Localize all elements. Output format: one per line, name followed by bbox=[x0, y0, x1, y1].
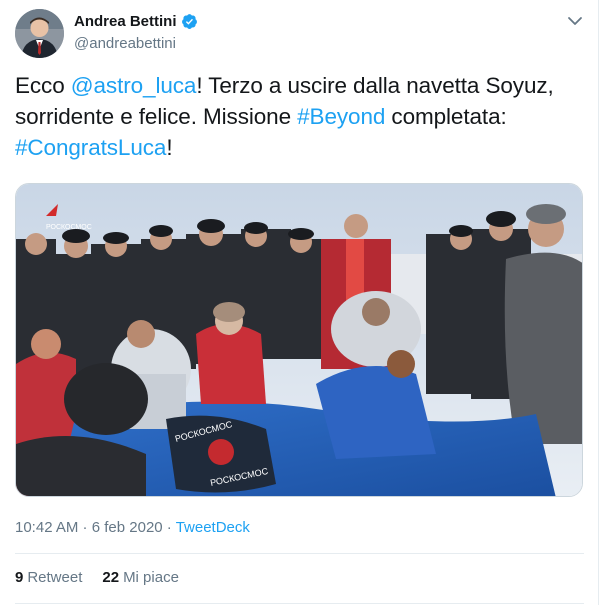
mention-link[interactable]: @astro_luca bbox=[71, 73, 197, 98]
tweet-text-part: ! bbox=[166, 135, 173, 160]
author-name[interactable]: Andrea Bettini bbox=[74, 13, 177, 30]
author-handle[interactable]: @andreabettini bbox=[74, 35, 176, 52]
roscosmos-logo-text: РОСКОСМОС bbox=[46, 224, 92, 231]
likes-label: Mi piace bbox=[123, 569, 179, 586]
chevron-down-icon[interactable] bbox=[566, 14, 584, 28]
likes-count: 22 bbox=[102, 569, 120, 586]
tweet-card: Andrea Bettini @andreabettini Ecco @astr… bbox=[0, 0, 599, 605]
tweet-stats: 9 Retweet 22 Mi piace bbox=[15, 569, 179, 586]
media-photo[interactable]: РОСКОСМОС РОСКОСМОС РОСКОСМОС bbox=[15, 183, 583, 497]
retweets-label: Retweet bbox=[27, 569, 83, 586]
tweet-date[interactable]: 6 feb 2020 bbox=[92, 519, 163, 536]
likes-stat[interactable]: 22 Mi piace bbox=[102, 569, 179, 586]
divider bbox=[15, 603, 584, 604]
meta-separator: · bbox=[162, 519, 176, 536]
tweet-text-part: Ecco bbox=[15, 73, 71, 98]
author-name-row[interactable]: Andrea Bettini bbox=[74, 13, 198, 30]
tweet-text-part: completata: bbox=[385, 104, 507, 129]
avatar[interactable] bbox=[15, 9, 64, 58]
tweet-meta: 10:42 AM · 6 feb 2020 · TweetDeck bbox=[15, 519, 250, 536]
retweets-stat[interactable]: 9 Retweet bbox=[15, 569, 82, 586]
divider bbox=[15, 553, 584, 554]
meta-separator: · bbox=[78, 519, 92, 536]
hashtag-link[interactable]: #CongratsLuca bbox=[15, 135, 166, 160]
tweet-time[interactable]: 10:42 AM bbox=[15, 519, 78, 536]
verified-badge-icon bbox=[181, 14, 197, 29]
tweet-source-link[interactable]: TweetDeck bbox=[176, 519, 250, 536]
tweet-text: Ecco @astro_luca! Terzo a uscire dalla n… bbox=[15, 70, 585, 163]
retweets-count: 9 bbox=[15, 569, 24, 586]
hashtag-link[interactable]: #Beyond bbox=[297, 104, 385, 129]
